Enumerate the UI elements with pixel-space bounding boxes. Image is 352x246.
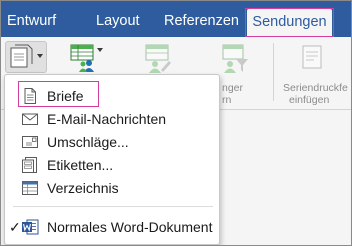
menu-item-label: E-Mail-Nachrichten (47, 111, 167, 127)
tab-referenzen[interactable]: Referenzen (164, 1, 239, 37)
start-mail-merge-button[interactable] (5, 41, 47, 73)
tab-sendungen[interactable]: Sendungen (247, 9, 332, 38)
ribbon-separator (273, 43, 274, 101)
edit-recipients-icon (145, 44, 171, 73)
merge-field-icon (302, 45, 322, 69)
checkmark-icon: ✓ (9, 219, 21, 235)
menu-item-label: Briefe (47, 88, 84, 104)
menu-item-normal-word-document[interactable]: ✓ Normales Word-Dokument (5, 216, 219, 238)
menu-item-email-messages[interactable]: E-Mail-Nachrichten (5, 108, 219, 130)
document-icon (21, 87, 39, 105)
menu-item-letters[interactable]: Briefe (5, 85, 219, 107)
menu-item-labels[interactable]: Etiketten... (5, 154, 219, 176)
labels-icon (21, 156, 39, 174)
tab-entwurf[interactable]: Entwurf (7, 1, 56, 37)
ribbon-tab-bar: Entwurf Layout Referenzen Sendungen (1, 1, 351, 38)
menu-item-label: Normales Word-Dokument (47, 219, 213, 235)
menu-separator (13, 206, 213, 207)
envelope-stamp-icon (21, 133, 39, 151)
menu-item-label: Verzeichnis (47, 180, 119, 196)
filter-recipients-label-line2: rn (222, 94, 232, 106)
recipients-table-icon (70, 44, 103, 72)
menu-item-envelopes[interactable]: Umschläge... (5, 131, 219, 153)
filter-recipients-button[interactable] (220, 43, 250, 73)
envelope-icon (21, 110, 39, 128)
insert-merge-field-label-line1: Seriendruckfe (283, 82, 348, 94)
menu-item-label: Umschläge... (47, 134, 129, 150)
word-window: Entwurf Layout Referenzen Sendungen nger… (0, 0, 352, 246)
insert-merge-field-button[interactable] (297, 43, 327, 73)
select-recipients-button[interactable] (69, 43, 105, 73)
tab-layout[interactable]: Layout (96, 1, 140, 37)
mail-merge-type-menu: Briefe E-Mail-Nachrichten Umschläge... E… (4, 74, 220, 245)
menu-item-label: Etiketten... (47, 157, 114, 173)
edit-recipient-list-button[interactable] (143, 43, 173, 73)
insert-merge-field-label-line2: einfügen (289, 94, 330, 106)
filter-recipients-label-line1: nger (222, 82, 244, 94)
document-stack-icon (10, 44, 43, 68)
filter-recipients-icon (222, 44, 248, 73)
table-icon (21, 179, 39, 197)
word-icon (21, 218, 39, 236)
menu-item-directory[interactable]: Verzeichnis (5, 177, 219, 199)
